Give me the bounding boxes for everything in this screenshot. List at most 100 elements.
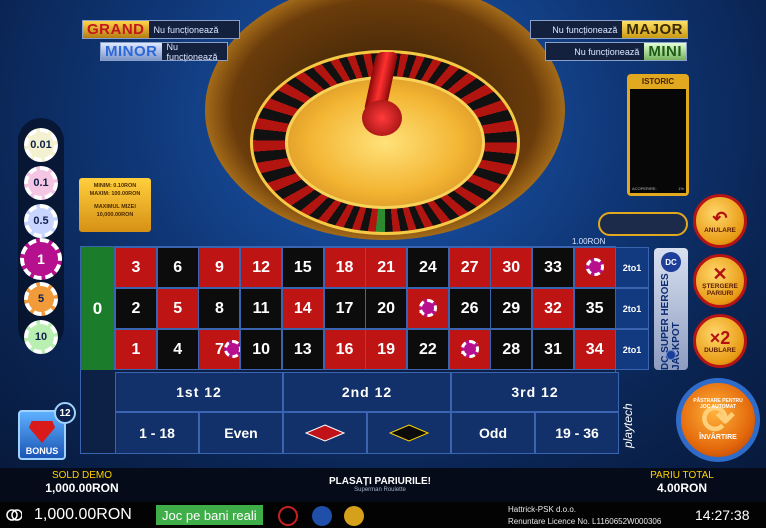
jackpot-minor-value: Nu funcționează xyxy=(166,41,218,62)
number-12[interactable]: 12 xyxy=(240,247,283,288)
number-30[interactable]: 30 xyxy=(490,247,533,288)
number-28[interactable]: 28 xyxy=(490,329,533,370)
bet-1-18[interactable]: 1 - 18 xyxy=(115,412,199,454)
history-footer: ACOPERIRE: 1% xyxy=(632,186,684,191)
number-14[interactable]: 14 xyxy=(281,288,324,329)
number-21[interactable]: 21 xyxy=(365,247,408,288)
bet-value-label: 1.00RON xyxy=(572,237,606,246)
wheel-hub xyxy=(362,100,402,136)
double-label: DUBLARE xyxy=(704,346,736,354)
number-29[interactable]: 29 xyxy=(490,288,533,329)
spin-label: ÎNVÂRTIRE xyxy=(699,434,737,441)
clock: 14:27:38 xyxy=(695,507,750,523)
black-diamond-icon xyxy=(389,424,429,442)
number-22[interactable]: 22 xyxy=(406,329,449,370)
number-13[interactable]: 13 xyxy=(281,329,324,370)
number-19[interactable]: 19 xyxy=(365,329,408,370)
svg-text:playtech: playtech xyxy=(621,403,635,449)
chip-5[interactable]: 5 xyxy=(24,282,58,316)
clear-bets-button[interactable]: ✕ ȘTERGERE PARIURI xyxy=(693,254,747,308)
double-icon: ×2 xyxy=(709,327,731,348)
number-16[interactable]: 16 xyxy=(323,329,366,370)
bet-red[interactable] xyxy=(283,412,367,454)
column-bet-1[interactable]: 2to1 xyxy=(615,247,649,288)
number-9[interactable]: 9 xyxy=(198,247,241,288)
history-coverage-label: ACOPERIRE: xyxy=(632,186,657,191)
dozen-3[interactable]: 3rd 12 xyxy=(451,372,619,412)
number-11[interactable]: 11 xyxy=(240,288,283,329)
number-34[interactable]: 34 xyxy=(573,329,616,370)
history-coverage-value: 1% xyxy=(678,186,684,191)
history-board: ACOPERIRE: 1% xyxy=(630,89,686,193)
undo-button[interactable]: ↶ ANULARE xyxy=(693,194,747,248)
number-33[interactable]: 33 xyxy=(532,247,574,288)
number-31[interactable]: 31 xyxy=(532,329,574,370)
company-name: Hattrick-PSK d.o.o. xyxy=(508,505,577,514)
number-26[interactable]: 26 xyxy=(448,288,491,329)
bet-black[interactable] xyxy=(367,412,451,454)
column-bet-2[interactable]: 2to1 xyxy=(615,288,649,329)
info-bar: SOLD DEMO 1,000.00RON PLASAȚI PARIURILE!… xyxy=(0,468,766,502)
license-info: Hattrick-PSK d.o.o. Renuntare Licence No… xyxy=(508,504,661,528)
sold-value: 1,000.00RON xyxy=(45,481,119,495)
bet-19-36[interactable]: 19 - 36 xyxy=(535,412,619,454)
dozen-1[interactable]: 1st 12 xyxy=(115,372,283,412)
spin-button[interactable]: PĂSTRARE PENTRU JOC AUTOMAT ⟳ ÎNVÂRTIRE xyxy=(676,378,760,462)
chip-0-1[interactable]: 0.1 xyxy=(24,166,58,200)
number-1[interactable]: 1 xyxy=(115,329,157,370)
number-3[interactable]: 3 xyxy=(115,247,157,288)
racetrack-button[interactable] xyxy=(598,212,688,236)
bet-odd[interactable]: Odd xyxy=(451,412,535,454)
dc-jackpot-strip: DC DC SUPER HEROES JACKPOT xyxy=(654,248,688,370)
bottom-bar: 1,000.00RON Joc pe bani reali Hattrick-P… xyxy=(0,502,766,528)
dozen-2[interactable]: 2nd 12 xyxy=(283,372,451,412)
superman-shield-icon xyxy=(29,421,55,443)
chip-1[interactable]: 1 xyxy=(20,238,62,280)
column-bet-3[interactable]: 2to1 xyxy=(615,329,649,370)
undo-icon: ↶ xyxy=(712,207,728,228)
number-27[interactable]: 27 xyxy=(448,247,491,288)
undo-label: ANULARE xyxy=(704,226,736,234)
jackpot-mini-name: MINI xyxy=(644,43,686,60)
history-title: ISTORIC xyxy=(641,77,675,86)
double-button[interactable]: ×2 DUBLARE xyxy=(693,314,747,368)
message-block: PLASAȚI PARIURILE! Superman Roulette xyxy=(300,476,460,493)
real-money-button[interactable]: Joc pe bani reali xyxy=(156,505,263,525)
table-limits: MINIM: 0.10RON MAXIM: 100.00RON MAXIMUL … xyxy=(79,178,151,232)
clear-bets-label: ȘTERGERE PARIURI xyxy=(702,283,738,297)
number-35[interactable]: 35 xyxy=(573,288,616,329)
bonus-label: BONUS xyxy=(25,446,59,456)
number-5[interactable]: 5 xyxy=(156,288,199,329)
number-2[interactable]: 2 xyxy=(115,288,157,329)
spin-hint: PĂSTRARE PENTRU JOC AUTOMAT xyxy=(693,398,743,410)
number-15[interactable]: 15 xyxy=(281,247,324,288)
bonus-button[interactable]: BONUS 12 xyxy=(18,402,76,460)
limit-max: MAXIM: 100.00RON xyxy=(89,191,141,197)
number-17[interactable]: 17 xyxy=(323,288,366,329)
close-icon: ✕ xyxy=(712,264,728,284)
jackpot-grand: GRAND Nu funcționează xyxy=(82,20,240,39)
chip-0-5[interactable]: 0.5 xyxy=(24,204,58,238)
number-4[interactable]: 4 xyxy=(156,329,199,370)
history-panel: ISTORIC ACOPERIRE: 1% xyxy=(627,74,689,196)
number-20[interactable]: 20 xyxy=(365,288,408,329)
limit-max-bet-value: 10,000.00RON xyxy=(96,212,134,218)
placed-chip-icon xyxy=(585,258,604,276)
number-8[interactable]: 8 xyxy=(198,288,241,329)
jackpot-minor-name: MINOR xyxy=(101,43,162,60)
chip-10[interactable]: 10 xyxy=(24,320,58,354)
jackpot-major: MAJOR Nu funcționează xyxy=(530,20,688,39)
coins-icon xyxy=(6,509,22,521)
bet-even[interactable]: Even xyxy=(199,412,283,454)
sold-caption: SOLD DEMO xyxy=(51,470,112,481)
number-18[interactable]: 18 xyxy=(323,247,366,288)
number-10[interactable]: 10 xyxy=(240,329,283,370)
number-6[interactable]: 6 xyxy=(156,247,199,288)
number-zero[interactable]: 0 xyxy=(81,247,115,370)
number-32[interactable]: 32 xyxy=(532,288,574,329)
number-24[interactable]: 24 xyxy=(406,247,449,288)
limit-min: MINIM: 0.10RON xyxy=(93,183,137,189)
bonus-count-badge: 12 xyxy=(54,402,76,424)
placed-chip-icon xyxy=(460,340,479,358)
chip-0-01[interactable]: 0.01 xyxy=(24,128,58,162)
